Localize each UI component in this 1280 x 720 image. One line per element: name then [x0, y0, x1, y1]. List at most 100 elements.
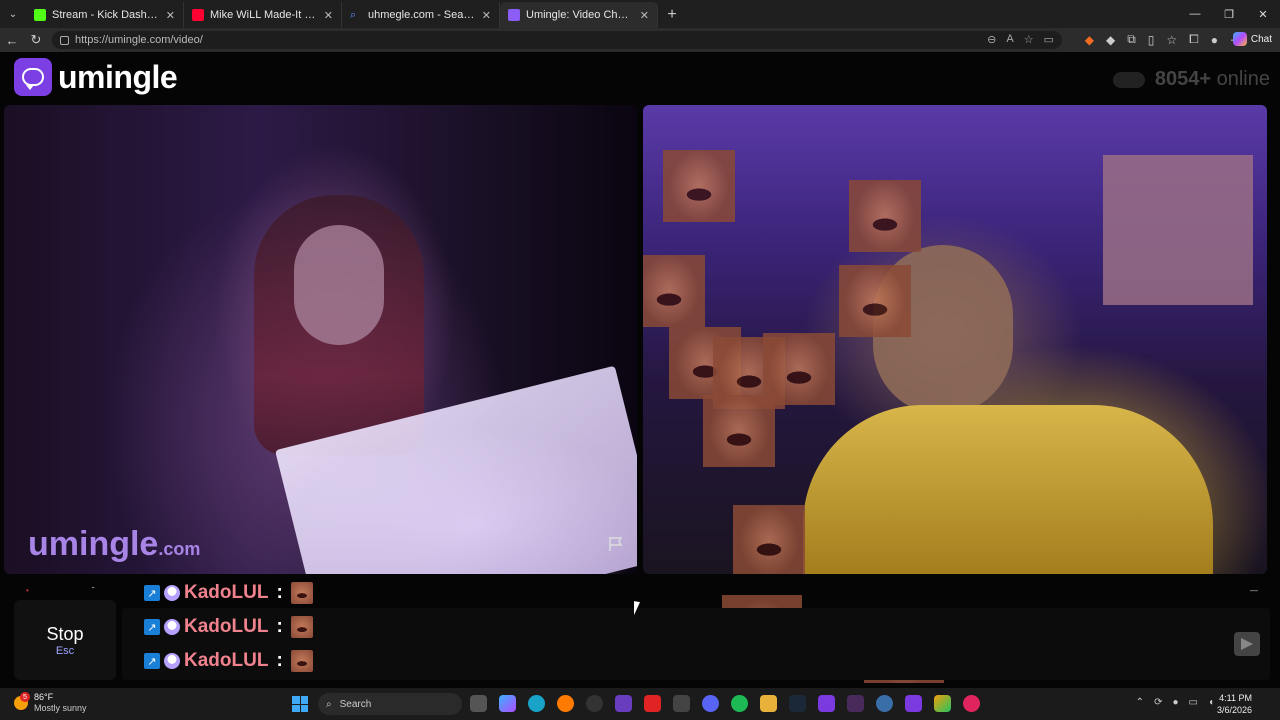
new-tab-button[interactable]: + [658, 2, 686, 28]
video-editor-icon[interactable] [644, 695, 661, 712]
chat-line: ↗ KadoLUL : [144, 616, 313, 638]
url-field[interactable]: https://umingle.com/video/ [52, 31, 1062, 49]
chat-username[interactable]: KadoLUL [184, 582, 268, 604]
chat-line: ↗ KadoLUL : [144, 650, 313, 672]
emote-overlay [663, 150, 735, 222]
volume-icon[interactable]: ◖ [1208, 697, 1214, 708]
tray-chevron-icon[interactable]: ⌃ [1136, 697, 1144, 708]
split-screen-icon[interactable]: ▯ [1148, 33, 1155, 47]
verified-arrow-badge-icon: ↗ [144, 585, 160, 601]
theme-toggle[interactable] [1112, 71, 1145, 88]
tab-title: uhmegle.com - Search [368, 9, 476, 21]
verified-arrow-badge-icon: ↗ [144, 653, 160, 669]
browser-toolbar: ◆ ◆ ⧉ ▯ ☆ ⧠ ● ⋯ [1085, 32, 1242, 47]
close-window-icon[interactable]: ✕ [1246, 0, 1280, 28]
copilot-icon [1232, 32, 1247, 46]
url-text: https://umingle.com/video/ [75, 34, 203, 46]
chat-username[interactable]: KadoLUL [184, 650, 268, 672]
gold-jacket [803, 405, 1213, 574]
maps-pin-icon[interactable] [963, 695, 980, 712]
chat-line: ↗ KadoLUL : [144, 582, 313, 604]
close-tab-icon[interactable]: ✕ [482, 9, 491, 22]
tab-title: Mike WiLL Made-It - Choppin' Bla [210, 9, 318, 21]
obs-icon[interactable] [586, 695, 603, 712]
weather-temp: 86°F [34, 692, 54, 702]
system-tray: ⌃ ⟳ ● ▭ ◖ [1136, 697, 1214, 708]
sync-icon[interactable]: ⟳ [1154, 697, 1162, 708]
minor-marker: — [1250, 586, 1258, 595]
refresh-icon[interactable]: ↻ [24, 32, 48, 48]
maximize-icon[interactable]: ❐ [1212, 0, 1246, 28]
stop-shortcut-hint: Esc [55, 644, 75, 657]
umingle-watermark: umingle.com [28, 525, 200, 564]
minimize-icon[interactable]: — [1178, 0, 1212, 28]
favorites-icon[interactable]: ☆ [1166, 33, 1177, 47]
editor-app-icon[interactable] [818, 695, 835, 712]
stop-button[interactable]: Stop Esc [14, 600, 116, 680]
profile-avatar-icon[interactable]: ● [1211, 33, 1218, 47]
search-icon: ⌕ [326, 698, 332, 710]
task-view-icon[interactable] [470, 695, 487, 712]
extensions-puzzle-icon[interactable]: ⧉ [1127, 32, 1136, 47]
watermark-suffix: .com [158, 539, 201, 559]
window-controls: — ❐ ✕ [1178, 0, 1280, 28]
discord-icon[interactable] [702, 695, 719, 712]
collections-icon[interactable]: ⧠ [1189, 32, 1199, 47]
itunes-icon[interactable] [673, 695, 690, 712]
network-icon[interactable]: ▭ [1189, 697, 1198, 708]
running-app-icon[interactable] [847, 695, 864, 712]
file-explorer-icon[interactable] [760, 695, 777, 712]
extension-fox-icon[interactable]: ◆ [1085, 33, 1094, 47]
copilot-chat-button[interactable]: Chat [1232, 32, 1272, 46]
taskbar-search[interactable]: ⌕ Search [318, 693, 462, 715]
media-icon[interactable]: ▭ [1044, 33, 1054, 46]
extension-diamond-icon[interactable]: ◆ [1106, 33, 1115, 47]
spotify-icon[interactable] [731, 695, 748, 712]
verified-arrow-badge-icon: ↗ [144, 619, 160, 635]
chat-username[interactable]: KadoLUL [184, 616, 268, 638]
tab-actions-icon[interactable]: ⌄ [0, 0, 26, 28]
online-label: online [1216, 68, 1270, 90]
settings-app-icon[interactable] [876, 695, 893, 712]
tab-kick-dashboard[interactable]: Stream - Kick Dashboard ✕ [26, 2, 184, 28]
taskbar-clock[interactable]: 4:11 PM 3/6/2026 [1217, 692, 1252, 716]
send-button[interactable] [1234, 632, 1260, 656]
close-tab-icon[interactable]: ✕ [324, 9, 333, 22]
ghost-badge-icon [164, 619, 180, 635]
chat-separator: : [276, 650, 283, 671]
edge-icon[interactable] [528, 695, 545, 712]
favorite-star-icon[interactable]: ☆ [1024, 33, 1034, 46]
close-tab-icon[interactable]: ✕ [166, 9, 175, 22]
fx-app-icon[interactable] [905, 695, 922, 712]
kick-favicon-icon [34, 9, 46, 21]
mic-icon[interactable]: ● [1172, 697, 1178, 708]
chat-separator: : [276, 582, 283, 603]
steam-icon[interactable] [789, 695, 806, 712]
twitch-tool-icon[interactable] [615, 695, 632, 712]
back-arrow-icon[interactable]: ← [0, 33, 24, 48]
weather-widget[interactable]: 5 86°F Mostly sunny [14, 692, 87, 714]
umingle-logo[interactable]: umingle [14, 58, 178, 96]
tab-umingle-active[interactable]: Umingle: Video Chat with Stra ✕ [500, 2, 658, 28]
report-flag-icon[interactable] [607, 535, 625, 553]
online-counter: 8054+ online [1112, 68, 1270, 91]
lock-icon [60, 35, 69, 45]
minor-marker: ˘ [92, 586, 95, 595]
chat-emote-icon [290, 650, 313, 672]
emote-overlay [703, 395, 775, 467]
firefox-icon[interactable] [557, 695, 574, 712]
self-video [643, 105, 1267, 574]
ghost-badge-icon [164, 585, 180, 601]
pinned-app-icon[interactable] [934, 695, 951, 712]
read-aloud-icon[interactable]: A [1006, 33, 1013, 46]
umingle-page: umingle 8054+ online umingle.com • ˘ — ↗… [0, 52, 1280, 688]
tab-uhmegle-search[interactable]: ⌕ uhmegle.com - Search ✕ [342, 2, 500, 28]
windows-start-icon[interactable] [292, 696, 308, 712]
copilot-app-icon[interactable] [499, 695, 516, 712]
tab-youtube-music[interactable]: Mike WiLL Made-It - Choppin' Bla ✕ [184, 2, 342, 28]
clock-date: 3/6/2026 [1216, 705, 1252, 715]
emote-overlay [839, 265, 911, 337]
close-tab-icon[interactable]: ✕ [640, 9, 649, 22]
tab-title: Stream - Kick Dashboard [52, 9, 160, 21]
zoom-icon[interactable]: ⊖ [987, 33, 996, 46]
